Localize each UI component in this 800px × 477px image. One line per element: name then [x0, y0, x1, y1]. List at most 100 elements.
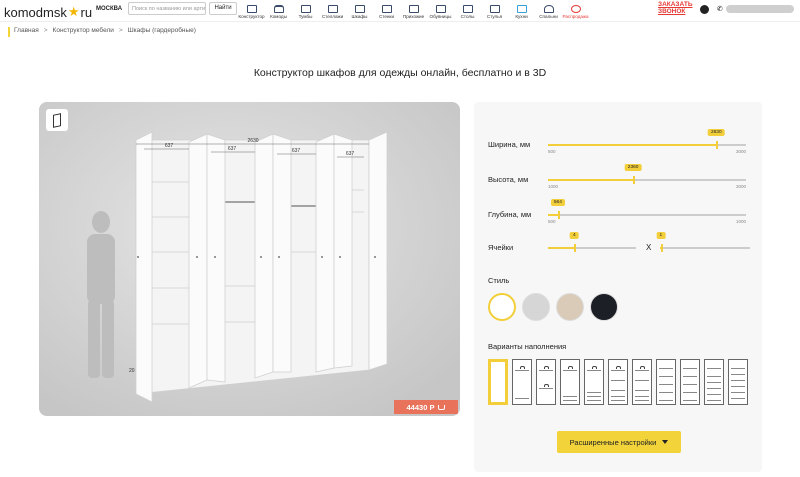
- city-selector[interactable]: МОСКВА: [96, 6, 122, 12]
- style-option-3[interactable]: [590, 293, 618, 321]
- cells-cols-handle[interactable]: [574, 244, 577, 252]
- filling-option-5[interactable]: [608, 359, 628, 405]
- shelf-line: [515, 398, 529, 399]
- nav-item-5[interactable]: Стенки: [373, 0, 400, 22]
- fillings-label: Варианты наполнения: [488, 342, 567, 351]
- filling-option-0[interactable]: [488, 359, 508, 405]
- cells-multiply-sign: X: [646, 243, 652, 252]
- slider-handle[interactable]: [633, 176, 636, 184]
- nav-item-8[interactable]: Столы: [454, 0, 481, 22]
- phone-number[interactable]: [726, 5, 794, 13]
- filling-option-7[interactable]: [656, 359, 676, 405]
- nav-item-label: Комоды: [270, 14, 287, 19]
- phone-icon: ✆: [717, 6, 723, 13]
- filling-option-3[interactable]: [560, 359, 580, 405]
- cells-rows-slider[interactable]: 1: [656, 232, 750, 252]
- nightstand-icon: [300, 5, 311, 13]
- slider-max: 1000: [735, 219, 746, 224]
- door-icon: [53, 112, 61, 128]
- slider-handle[interactable]: [557, 211, 560, 219]
- shelf-line: [635, 396, 649, 397]
- style-option-1[interactable]: [522, 293, 550, 321]
- dimension-slider-0[interactable]: 2630 500 3000: [548, 129, 746, 154]
- shelf-line: [587, 396, 601, 397]
- cells-rows-handle[interactable]: [660, 244, 663, 252]
- slider-min: 500: [548, 149, 556, 154]
- shelf-line: [707, 376, 721, 377]
- slider-value: 2630: [707, 129, 725, 136]
- search-input[interactable]: Поиск по названию или артикулу: [128, 2, 206, 15]
- shelf-line: [659, 392, 673, 393]
- logo[interactable]: komodmsk ★ ru: [4, 4, 92, 20]
- shelf-line: [731, 386, 745, 387]
- telegram-icon[interactable]: [700, 5, 709, 14]
- shelf-line: [707, 382, 721, 383]
- price-button[interactable]: 44430 Р: [394, 400, 458, 414]
- cells-cols-fill: [548, 247, 575, 249]
- nav-item-2[interactable]: Тумбы: [292, 0, 319, 22]
- logo-domain: ru: [80, 4, 93, 20]
- nav-item-7[interactable]: Обувницы: [427, 0, 454, 22]
- nav-item-label: Обувницы: [429, 14, 452, 19]
- breadcrumb-home[interactable]: Главная: [14, 27, 39, 37]
- order-call-link[interactable]: ЗАКАЗАТЬ ЗВОНОК: [658, 1, 693, 15]
- filling-option-2[interactable]: [536, 359, 556, 405]
- find-button[interactable]: Найти: [209, 2, 237, 15]
- shelf-line: [611, 396, 625, 397]
- shelf-line: [731, 398, 745, 399]
- nav-item-6[interactable]: Прихожие: [400, 0, 427, 22]
- dimension-slider-1[interactable]: 2360 1000 3000: [548, 164, 746, 189]
- filling-option-4[interactable]: [584, 359, 604, 405]
- site-header: komodmsk ★ ru МОСКВА Поиск по названию или…: [0, 0, 800, 22]
- nav-item-4[interactable]: Шкафы: [346, 0, 373, 22]
- dim-section-4: 637: [346, 151, 355, 157]
- wall-unit-icon: [381, 5, 392, 13]
- dimension-slider-2[interactable]: 564 500 1000: [548, 199, 746, 224]
- style-option-0[interactable]: [488, 293, 516, 321]
- nav-item-10[interactable]: Кухни: [508, 0, 535, 22]
- logo-text: komodmsk: [4, 4, 67, 20]
- filling-option-1[interactable]: [512, 359, 532, 405]
- shelf-line: [635, 400, 649, 401]
- shelf-line: [563, 396, 577, 397]
- nav-item-11[interactable]: Спальни: [535, 0, 562, 22]
- shelf-line: [539, 370, 553, 371]
- nav-item-label: Стеллажи: [321, 14, 344, 19]
- shelf-line: [635, 390, 649, 391]
- wardrobe-3d-viewer[interactable]: 2630 637 637 637 637 20 44430 Р: [39, 102, 460, 416]
- slider-value: 564: [550, 199, 565, 206]
- nav-item-1[interactable]: Комоды: [265, 0, 292, 22]
- shelf-line: [611, 400, 625, 401]
- slider-max: 3000: [735, 184, 746, 189]
- filling-option-8[interactable]: [680, 359, 700, 405]
- shelf-line: [539, 388, 553, 389]
- shelf-line: [611, 390, 625, 391]
- style-option-2[interactable]: [556, 293, 584, 321]
- shelf-line: [587, 370, 601, 371]
- filling-option-6[interactable]: [632, 359, 652, 405]
- toggle-doors-button[interactable]: [46, 109, 68, 131]
- nav-item-0[interactable]: Конструктор: [238, 0, 265, 22]
- shelf-line: [659, 376, 673, 377]
- breadcrumb-constructor[interactable]: Конструктор мебели: [53, 27, 114, 37]
- order-call-line-1: ЗАКАЗАТЬ: [658, 1, 693, 8]
- nav-item-3[interactable]: Стеллажи: [319, 0, 346, 22]
- slider-fill: [548, 144, 717, 146]
- hanger-icon: [567, 366, 573, 369]
- cells-cols-slider[interactable]: 4: [548, 232, 636, 252]
- nav-item-9[interactable]: Стулья: [481, 0, 508, 22]
- slider-value: 2360: [624, 164, 642, 171]
- shelf-line: [587, 400, 601, 401]
- nav-item-label: Спальни: [539, 14, 558, 19]
- slider-fill: [548, 214, 558, 216]
- breadcrumb-current: Шкафы (гардеробные): [127, 27, 196, 34]
- dim-section-1: 637: [165, 143, 174, 149]
- style-label: Стиль: [488, 276, 510, 285]
- table-icon: [462, 5, 473, 13]
- filling-option-10[interactable]: [728, 359, 748, 405]
- slider-handle[interactable]: [716, 141, 719, 149]
- nav-item-12[interactable]: Распродажа: [562, 0, 589, 22]
- advanced-settings-button[interactable]: Расширенные настройки: [557, 431, 681, 453]
- chair-icon: [489, 5, 500, 13]
- filling-option-9[interactable]: [704, 359, 724, 405]
